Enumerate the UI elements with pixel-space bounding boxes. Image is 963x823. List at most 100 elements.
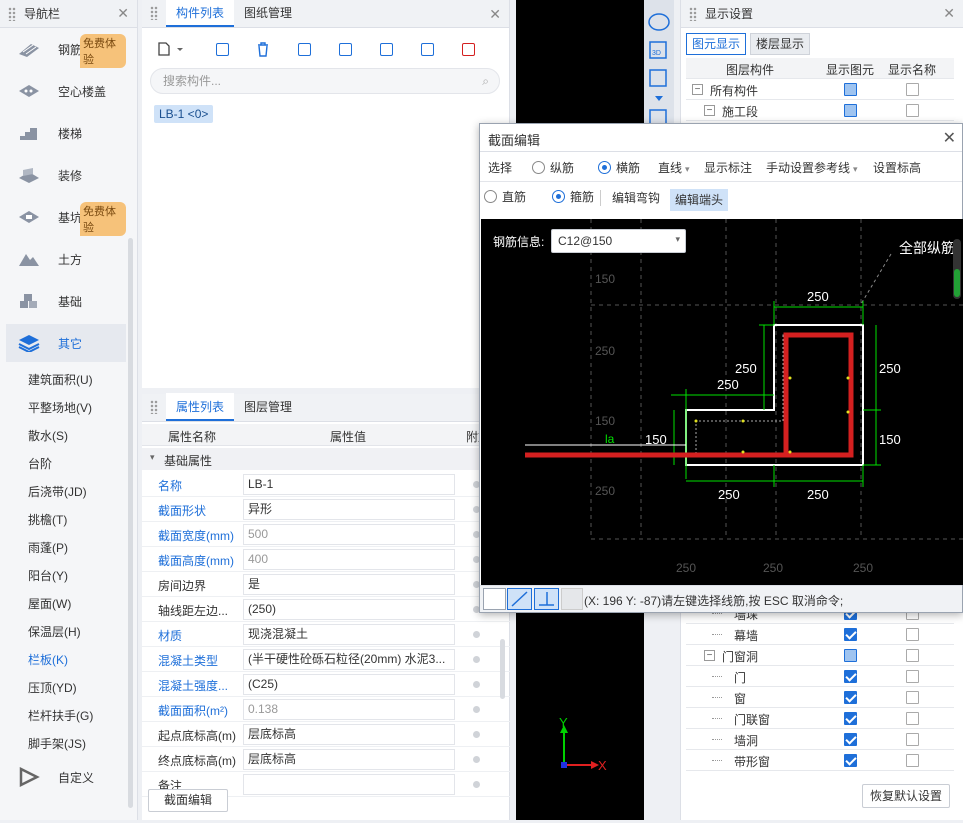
- search-input[interactable]: 搜索构件... ⌕: [150, 68, 500, 94]
- sub-item[interactable]: 挑檐(T): [28, 511, 67, 528]
- show-element-checkbox[interactable]: [844, 691, 857, 704]
- save-template-button[interactable]: [331, 37, 359, 61]
- tab-drawing-management[interactable]: 图纸管理: [234, 0, 302, 27]
- sub-item[interactable]: 建筑面积(U): [28, 371, 93, 388]
- attach-indicator[interactable]: [473, 756, 480, 763]
- longitudinal-radio[interactable]: 纵筋: [532, 154, 574, 182]
- show-element-checkbox[interactable]: [844, 628, 857, 641]
- set-elevation-button[interactable]: 设置标高: [873, 154, 921, 182]
- collapse-icon[interactable]: −: [692, 84, 703, 95]
- extension-snap-icon[interactable]: [561, 588, 583, 610]
- property-value[interactable]: [243, 774, 455, 795]
- show-name-checkbox[interactable]: [906, 104, 919, 117]
- sort-button[interactable]: [454, 37, 482, 61]
- drag-grip-icon[interactable]: [8, 6, 16, 21]
- perpendicular-snap-icon[interactable]: [534, 588, 559, 610]
- show-element-checkbox[interactable]: [844, 670, 857, 683]
- property-value[interactable]: 现浇混凝土: [243, 624, 455, 645]
- property-value[interactable]: 层底标高: [243, 724, 455, 745]
- close-icon[interactable]: ✕: [489, 6, 501, 23]
- property-value[interactable]: (250): [243, 599, 455, 620]
- property-value[interactable]: LB-1: [243, 474, 455, 495]
- ortho-snap-icon[interactable]: [483, 588, 506, 610]
- show-element-checkbox[interactable]: [844, 733, 857, 746]
- nav-item-stairs[interactable]: 楼梯: [6, 114, 126, 152]
- sub-item[interactable]: 保温层(H): [28, 623, 81, 640]
- layer-copy-button[interactable]: [290, 37, 318, 61]
- sub-item[interactable]: 雨蓬(P): [28, 539, 68, 556]
- edit-end-button[interactable]: 编辑端头: [670, 189, 729, 211]
- component-item-lb1[interactable]: LB-1 <0>: [154, 105, 214, 123]
- property-value[interactable]: (半干硬性砼砾石粒径(20mm) 水泥3...: [243, 649, 455, 670]
- line-dropdown[interactable]: 直线 ▾: [658, 154, 690, 183]
- show-name-checkbox[interactable]: [906, 712, 919, 725]
- attach-indicator[interactable]: [473, 706, 480, 713]
- nav-item-custom[interactable]: 自定义: [6, 758, 126, 796]
- property-value[interactable]: 400: [243, 549, 455, 570]
- drag-grip-icon[interactable]: [150, 400, 158, 414]
- close-icon[interactable]: ✕: [943, 5, 955, 22]
- tab-element-display[interactable]: 图元显示: [686, 33, 747, 55]
- delete-icon[interactable]: [249, 37, 277, 61]
- cube-icon[interactable]: [649, 69, 667, 87]
- show-name-checkbox[interactable]: [906, 754, 919, 767]
- attach-indicator[interactable]: [473, 731, 480, 738]
- group-basic-properties[interactable]: ▾ 基础属性: [142, 448, 510, 470]
- show-name-checkbox[interactable]: [906, 628, 919, 641]
- collapse-icon[interactable]: −: [704, 105, 715, 116]
- sub-item[interactable]: 阳台(Y): [28, 567, 68, 584]
- tab-property-list[interactable]: 属性列表: [166, 393, 235, 421]
- show-element-checkbox[interactable]: [844, 754, 857, 767]
- nav-item-mesh[interactable]: 钢筋网 免费体验: [6, 30, 126, 68]
- select-button[interactable]: 选择: [488, 154, 512, 182]
- chevron-down-icon[interactable]: [655, 96, 663, 101]
- copy-button[interactable]: [208, 37, 236, 61]
- collapse-icon[interactable]: −: [704, 650, 715, 661]
- nav-item-hollow-floor[interactable]: 空心楼盖: [6, 72, 126, 110]
- sub-item[interactable]: 台阶: [28, 455, 52, 472]
- drag-grip-icon[interactable]: [150, 6, 158, 20]
- properties-scrollbar[interactable]: [500, 639, 505, 699]
- dialog-titlebar[interactable]: 截面编辑 ✕: [480, 124, 962, 152]
- show-element-checkbox[interactable]: [844, 712, 857, 725]
- tab-component-list[interactable]: 构件列表: [166, 0, 235, 27]
- show-dimension-button[interactable]: 显示标注: [704, 154, 752, 182]
- show-element-checkbox[interactable]: [844, 83, 857, 96]
- nav-item-pit-support[interactable]: 基坑支护 免费体验: [6, 198, 126, 236]
- show-name-checkbox[interactable]: [906, 83, 919, 96]
- section-edit-button[interactable]: 截面编辑: [148, 789, 228, 812]
- orbit-icon[interactable]: [648, 13, 670, 31]
- line-snap-icon[interactable]: [507, 588, 532, 610]
- property-value[interactable]: (C25): [243, 674, 455, 695]
- attach-indicator[interactable]: [473, 681, 480, 688]
- reference-line-dropdown[interactable]: 手动设置参考线 ▾: [766, 154, 858, 183]
- box-icon[interactable]: [649, 109, 667, 125]
- list-button[interactable]: [413, 37, 441, 61]
- attach-indicator[interactable]: [473, 656, 480, 663]
- sub-item[interactable]: 压顶(YD): [28, 679, 77, 696]
- property-value[interactable]: 0.138: [243, 699, 455, 720]
- tab-layer-management[interactable]: 图层管理: [234, 393, 302, 421]
- nav-item-earthwork[interactable]: 土方: [6, 240, 126, 278]
- show-name-checkbox[interactable]: [906, 691, 919, 704]
- sub-item[interactable]: 散水(S): [28, 427, 68, 444]
- section-canvas[interactable]: 150 250 150 250 250 250 250 全部纵筋 250 250…: [481, 219, 963, 585]
- tab-floor-display[interactable]: 楼层显示: [750, 33, 811, 55]
- nav-item-foundation[interactable]: 基础: [6, 282, 126, 320]
- sub-item[interactable]: 平整场地(V): [28, 399, 92, 416]
- attach-indicator[interactable]: [473, 781, 480, 788]
- show-name-checkbox[interactable]: [906, 670, 919, 683]
- property-value[interactable]: 500: [243, 524, 455, 545]
- restore-default-button[interactable]: 恢复默认设置: [862, 784, 950, 808]
- show-element-checkbox[interactable]: [844, 649, 857, 662]
- property-value[interactable]: 是: [243, 574, 455, 595]
- property-value[interactable]: 层底标高: [243, 749, 455, 770]
- close-icon[interactable]: ✕: [943, 128, 956, 148]
- sub-item-active[interactable]: 栏板(K): [28, 651, 68, 668]
- transverse-radio[interactable]: 横筋: [598, 154, 640, 182]
- sub-item[interactable]: 脚手架(JS): [28, 735, 86, 752]
- nav-scrollbar[interactable]: [128, 238, 133, 808]
- show-name-checkbox[interactable]: [906, 649, 919, 662]
- stirrup-radio[interactable]: 箍筋: [552, 183, 594, 211]
- straight-bar-radio[interactable]: 直筋: [484, 183, 526, 211]
